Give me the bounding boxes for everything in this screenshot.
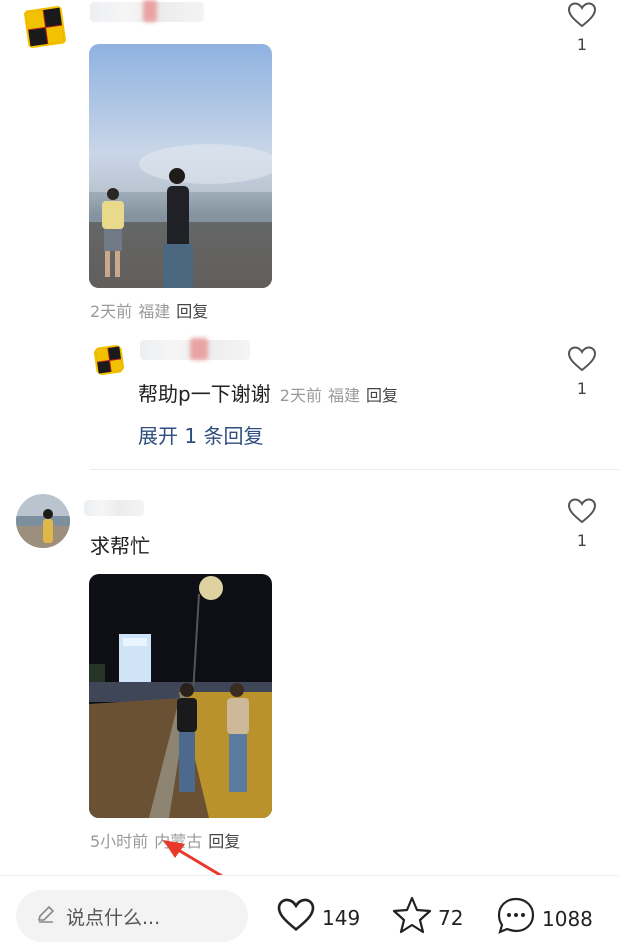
expand-replies-link[interactable]: 展开 1 条回复 [138, 420, 263, 449]
favorite-stat[interactable]: 72 [392, 896, 463, 939]
brand-logo [25, 7, 65, 47]
reply-time: 2天前 [279, 386, 322, 405]
comment-location: 福建 [138, 302, 171, 321]
comment-total: 1088 [542, 906, 593, 931]
divider [90, 469, 619, 470]
favorite-total: 72 [438, 905, 464, 930]
comment-input-placeholder: 说点什么... [66, 906, 161, 929]
like-count: 1 [576, 531, 588, 550]
reply-username-blur-mark [190, 338, 208, 360]
reply-location: 福建 [327, 386, 360, 405]
reply-avatar[interactable] [92, 343, 126, 377]
reply-like-count: 1 [576, 379, 588, 398]
avatar[interactable] [16, 494, 70, 548]
reply-line: 帮助p一下谢谢 2天前 福建 回复 [138, 378, 398, 407]
avatar[interactable] [20, 2, 70, 52]
comment-input[interactable]: 说点什么... [16, 890, 248, 942]
star-icon [392, 896, 432, 939]
comment-photo[interactable] [89, 44, 272, 288]
like-stat[interactable]: 149 [276, 898, 360, 937]
heart-icon[interactable] [567, 346, 597, 372]
reply-text: 帮助p一下谢谢 [138, 382, 271, 406]
like-total: 149 [322, 905, 361, 930]
username-blur-mark [143, 0, 157, 22]
comment-time: 2天前 [90, 302, 133, 321]
heart-icon[interactable] [567, 2, 597, 28]
comment-photo[interactable] [89, 574, 272, 818]
heart-icon[interactable] [567, 498, 597, 524]
comment-text: 求帮忙 [90, 534, 150, 558]
pencil-icon [36, 904, 56, 929]
like-count: 1 [576, 35, 588, 54]
comment-stat[interactable]: 1088 [496, 896, 593, 941]
comment-bubble-icon [496, 896, 536, 941]
comment-meta: 2天前 福建 回复 [90, 298, 208, 322]
brand-logo [95, 346, 123, 374]
username-blurred[interactable] [84, 500, 144, 516]
comment-time: 5小时前 [90, 832, 149, 851]
reply-button[interactable]: 回复 [176, 302, 208, 321]
reply-button[interactable]: 回复 [366, 386, 398, 405]
heart-icon [276, 898, 316, 937]
